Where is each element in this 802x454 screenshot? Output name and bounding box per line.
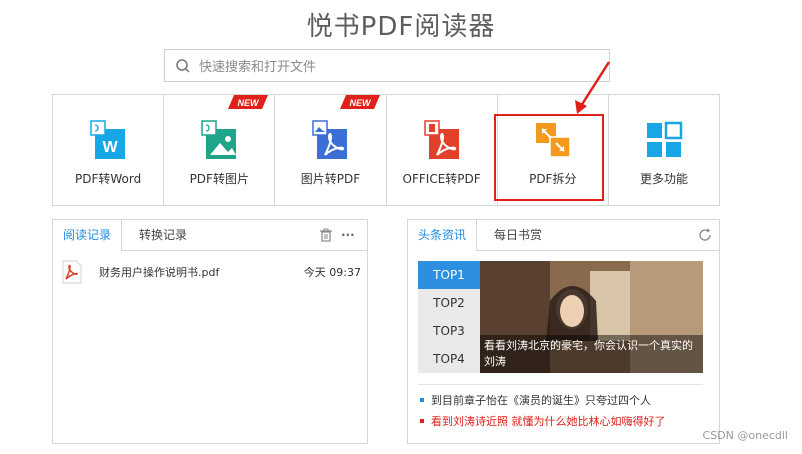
tab-headlines[interactable]: 头条资讯 — [408, 220, 478, 251]
search-input[interactable] — [197, 55, 601, 79]
svg-text:W: W — [103, 139, 119, 156]
tool-office-to-pdf[interactable]: OFFICE转PDF — [387, 95, 498, 205]
history-tabs: 阅读记录 转换记录 ··· — [53, 220, 367, 251]
news-carousel: TOP1 TOP2 TOP3 TOP4 看看刘涛北京的豪宅，你会认识一个真实的刘… — [418, 261, 703, 373]
file-name: 财务用户操作说明书.pdf — [99, 266, 220, 279]
tool-image-to-pdf[interactable]: NEW 图片转PDF — [275, 95, 387, 205]
tool-pdf-to-image[interactable]: NEW PDF转图片 — [164, 95, 276, 205]
news-tabs: 头条资讯 每日书赏 — [408, 220, 719, 251]
tab-reading-history[interactable]: 阅读记录 — [53, 220, 123, 251]
pdf-to-word-icon: W — [90, 120, 126, 159]
new-badge: NEW — [228, 95, 269, 109]
refresh-icon[interactable] — [698, 228, 712, 242]
tool-more-features[interactable]: 更多功能 — [609, 95, 719, 205]
watermark: CSDN @onecdll — [702, 429, 788, 442]
top-item[interactable]: TOP1 — [418, 261, 480, 289]
tab-conversion-history[interactable]: 转换记录 — [129, 220, 197, 250]
top-item[interactable]: TOP4 — [418, 345, 480, 373]
more-features-icon — [646, 121, 683, 157]
tab-daily-books[interactable]: 每日书赏 — [484, 220, 552, 250]
office-to-pdf-icon — [423, 120, 459, 159]
more-options-button[interactable]: ··· — [335, 220, 361, 250]
tool-grid: W PDF转Word NEW PDF转图片 NEW 图片转PDF OFFICE转… — [52, 94, 720, 206]
file-row[interactable]: 财务用户操作说明书.pdf 今天 09:37 — [61, 260, 361, 284]
news-caption: 看看刘涛北京的豪宅，你会认识一个真实的刘涛 — [480, 335, 703, 373]
tool-label: PDF转Word — [74, 172, 142, 186]
history-panel: 阅读记录 转换记录 ··· 财务用户操作说明书.pdf 今天 09:37 — [52, 219, 368, 444]
pdf-to-image-icon — [201, 120, 237, 159]
news-panel: 头条资讯 每日书赏 TOP1 TOP2 TOP3 TOP4 看看刘涛北京的豪宅，… — [407, 219, 720, 444]
bullet — [420, 419, 424, 423]
tool-label: PDF转图片 — [189, 172, 249, 186]
news-link[interactable]: 到目前章子怡在《演员的诞生》只夸过四个人 — [418, 392, 708, 410]
top-list: TOP1 TOP2 TOP3 TOP4 — [418, 261, 480, 373]
news-link-text: 到目前章子怡在《演员的诞生》只夸过四个人 — [431, 394, 651, 407]
svg-text:NEW: NEW — [349, 98, 372, 108]
tool-label: 更多功能 — [639, 172, 688, 186]
top-item[interactable]: TOP2 — [418, 289, 480, 317]
app-title: 悦书PDF阅读器 — [306, 12, 496, 42]
file-time: 今天 09:37 — [303, 266, 361, 279]
bullet — [420, 398, 424, 402]
news-link-text: 看到刘涛诗近照 就懂为什么她比林心如嗨得好了 — [431, 415, 666, 428]
divider — [418, 384, 703, 385]
new-badge: NEW — [339, 95, 380, 109]
tool-pdf-to-word[interactable]: W PDF转Word — [53, 95, 165, 205]
news-image[interactable]: 看看刘涛北京的豪宅，你会认识一个真实的刘涛 — [480, 261, 703, 373]
tool-label: 图片转PDF — [300, 172, 361, 186]
red-arrow-annotation — [575, 61, 611, 114]
highlight-box — [494, 114, 604, 201]
svg-text:NEW: NEW — [238, 98, 261, 108]
image-to-pdf-icon — [312, 120, 348, 159]
tool-label: OFFICE转PDF — [402, 172, 481, 186]
search-icon — [176, 59, 190, 73]
news-link[interactable]: 看到刘涛诗近照 就懂为什么她比林心如嗨得好了 — [418, 413, 708, 431]
top-item[interactable]: TOP3 — [418, 317, 480, 345]
trash-icon[interactable] — [319, 228, 333, 242]
search-box[interactable] — [164, 49, 610, 82]
pdf-file-icon — [62, 260, 82, 284]
